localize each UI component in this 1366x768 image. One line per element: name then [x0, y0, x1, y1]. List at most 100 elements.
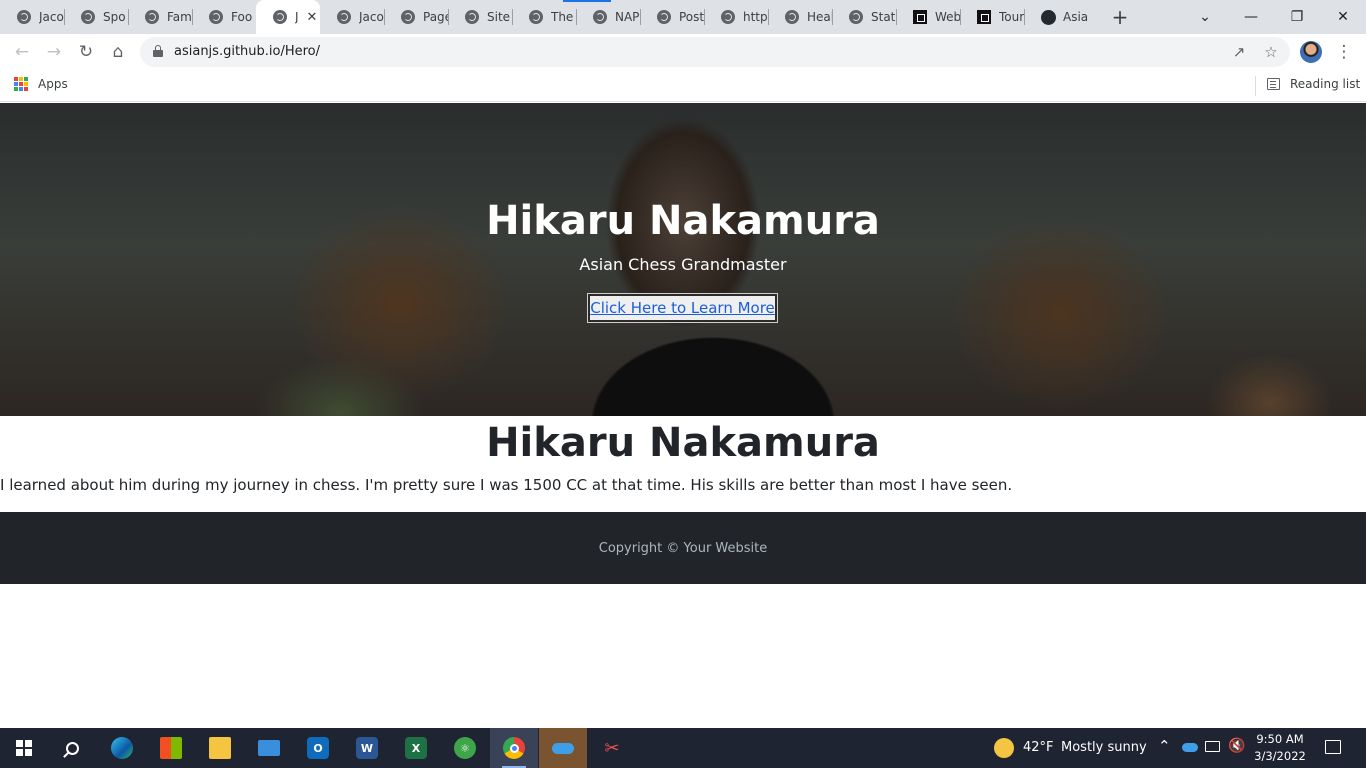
clock-time: 9:50 AM [1256, 732, 1304, 746]
tab[interactable]: Foo [192, 0, 256, 34]
globe-icon [656, 9, 672, 25]
globe-icon [784, 9, 800, 25]
tab-strip: JacoSpoFamFooJ✕JacoPageSiteTheNAPPosthtt… [0, 0, 1366, 34]
taskbar-outlook[interactable]: O [294, 728, 342, 768]
tab[interactable]: Web [896, 0, 960, 34]
section-paragraph: I learned about him during my journey in… [0, 476, 1013, 494]
hero-subtitle: Asian Chess Grandmaster [579, 255, 787, 274]
reload-button[interactable]: ↻ [72, 38, 100, 66]
home-button[interactable]: ⌂ [104, 38, 132, 66]
taskbar-chrome[interactable] [490, 728, 538, 768]
globe-icon [272, 9, 288, 25]
tray-onedrive-icon[interactable] [1182, 743, 1198, 752]
browser-toolbar: ← → ↻ ⌂ asianjs.github.io/Hero/ ↗ ☆ ⋮ [0, 34, 1366, 70]
tab-title: The [551, 10, 574, 24]
hero-banner: Hikaru Nakamura Asian Chess Grandmaster … [0, 103, 1366, 416]
tab-title: Jaco [39, 10, 64, 24]
globe-icon [528, 9, 544, 25]
globe-icon [400, 9, 416, 25]
weather-temp[interactable]: 42°F [1023, 740, 1054, 755]
footer-copyright: Copyright © Your Website [598, 541, 768, 556]
tab-title: Post [679, 10, 704, 24]
tab[interactable]: Tour [960, 0, 1024, 34]
tray-chevron-up-icon[interactable]: ⌃ [1158, 737, 1171, 755]
tab[interactable]: Spo [64, 0, 128, 34]
mail-icon [258, 740, 280, 756]
tab-title: J [295, 10, 298, 24]
taskbar-atom[interactable]: ⚛ [441, 728, 489, 768]
reading-list-icon [1267, 78, 1280, 90]
bookmarks-bar: Apps Reading list [0, 70, 1366, 102]
tab[interactable]: Jaco [320, 0, 384, 34]
taskbar-onedrive[interactable] [539, 728, 587, 768]
forward-button[interactable]: → [40, 38, 68, 66]
taskbar-file-explorer[interactable] [196, 728, 244, 768]
tab-title: Spo [103, 10, 126, 24]
taskbar-excel[interactable]: X [392, 728, 440, 768]
menu-kebab-icon[interactable]: ⋮ [1330, 38, 1358, 66]
learn-more-button[interactable]: Click Here to Learn More [587, 293, 778, 323]
word-icon: W [356, 737, 378, 759]
tab[interactable]: Heal [768, 0, 832, 34]
tab-active[interactable]: J ✕ [256, 0, 320, 34]
url-text[interactable]: asianjs.github.io/Hero/ [174, 44, 320, 59]
taskbar-search-button[interactable] [48, 728, 96, 768]
apps-shortcut[interactable]: Apps [14, 77, 68, 91]
onedrive-cloud-icon [552, 737, 574, 759]
taskbar-mail[interactable] [245, 728, 293, 768]
restore-button[interactable]: ❐ [1274, 0, 1320, 34]
volume-muted-icon[interactable]: 🔇 [1228, 738, 1245, 754]
globe-icon [848, 9, 864, 25]
tab[interactable]: Asia [1024, 0, 1088, 34]
reading-list-button[interactable]: Reading list [1267, 77, 1360, 91]
tab-title: Page [423, 10, 448, 24]
globe-icon [720, 9, 736, 25]
bookmark-star-icon[interactable]: ☆ [1260, 41, 1282, 63]
minimize-button[interactable]: — [1228, 0, 1274, 34]
tab-title: Heal [807, 10, 832, 24]
tab-search-chevron-icon[interactable]: ⌄ [1182, 0, 1228, 34]
tab[interactable]: NAP [576, 0, 640, 34]
back-button[interactable]: ← [8, 38, 36, 66]
tab[interactable]: http [704, 0, 768, 34]
lock-icon[interactable] [153, 45, 163, 57]
tab-title: NAP [615, 10, 640, 24]
taskbar-store[interactable] [147, 728, 195, 768]
weather-condition[interactable]: Mostly sunny [1061, 740, 1147, 755]
scissors-icon: ✂ [604, 737, 620, 759]
address-bar[interactable]: asianjs.github.io/Hero/ ↗ ☆ [140, 37, 1290, 67]
tab[interactable]: Page [384, 0, 448, 34]
tab[interactable]: Post [640, 0, 704, 34]
taskbar-word[interactable]: W [343, 728, 391, 768]
weather-sun-icon[interactable] [994, 738, 1014, 758]
start-button[interactable] [0, 728, 48, 768]
github-icon [1040, 9, 1056, 25]
tab-title: Site [487, 10, 511, 24]
tab[interactable]: The [512, 0, 576, 34]
taskbar-snipping-tool[interactable]: ✂ [588, 728, 636, 768]
network-icon[interactable] [1205, 741, 1220, 752]
notifications-icon[interactable] [1325, 740, 1341, 754]
new-tab-button[interactable]: + [1108, 5, 1132, 29]
close-tab-icon[interactable]: ✕ [304, 9, 320, 25]
square-favicon-icon [912, 9, 928, 25]
windows-taskbar: O W X ⚛ ✂ 42°F Mostly sunny ⌃ 🔇 9:50 AM … [0, 728, 1366, 768]
reading-list-label: Reading list [1290, 77, 1361, 91]
excel-icon: X [405, 737, 427, 759]
tab[interactable]: Jaco [0, 0, 64, 34]
tab[interactable]: State [832, 0, 896, 34]
clock-date: 3/3/2022 [1254, 749, 1306, 763]
tab[interactable]: Site [448, 0, 512, 34]
section-heading: Hikaru Nakamura [486, 420, 880, 466]
tab-title: Web [935, 10, 960, 24]
chrome-icon [503, 737, 525, 759]
tab[interactable]: Fam [128, 0, 192, 34]
system-clock[interactable]: 9:50 AM 3/3/2022 [1248, 731, 1312, 765]
globe-icon [464, 9, 480, 25]
hero-title: Hikaru Nakamura [486, 198, 880, 244]
share-icon[interactable]: ↗ [1228, 41, 1250, 63]
globe-icon [80, 9, 96, 25]
taskbar-edge[interactable] [98, 728, 146, 768]
profile-avatar[interactable] [1300, 41, 1322, 63]
close-window-button[interactable]: ✕ [1320, 0, 1366, 34]
